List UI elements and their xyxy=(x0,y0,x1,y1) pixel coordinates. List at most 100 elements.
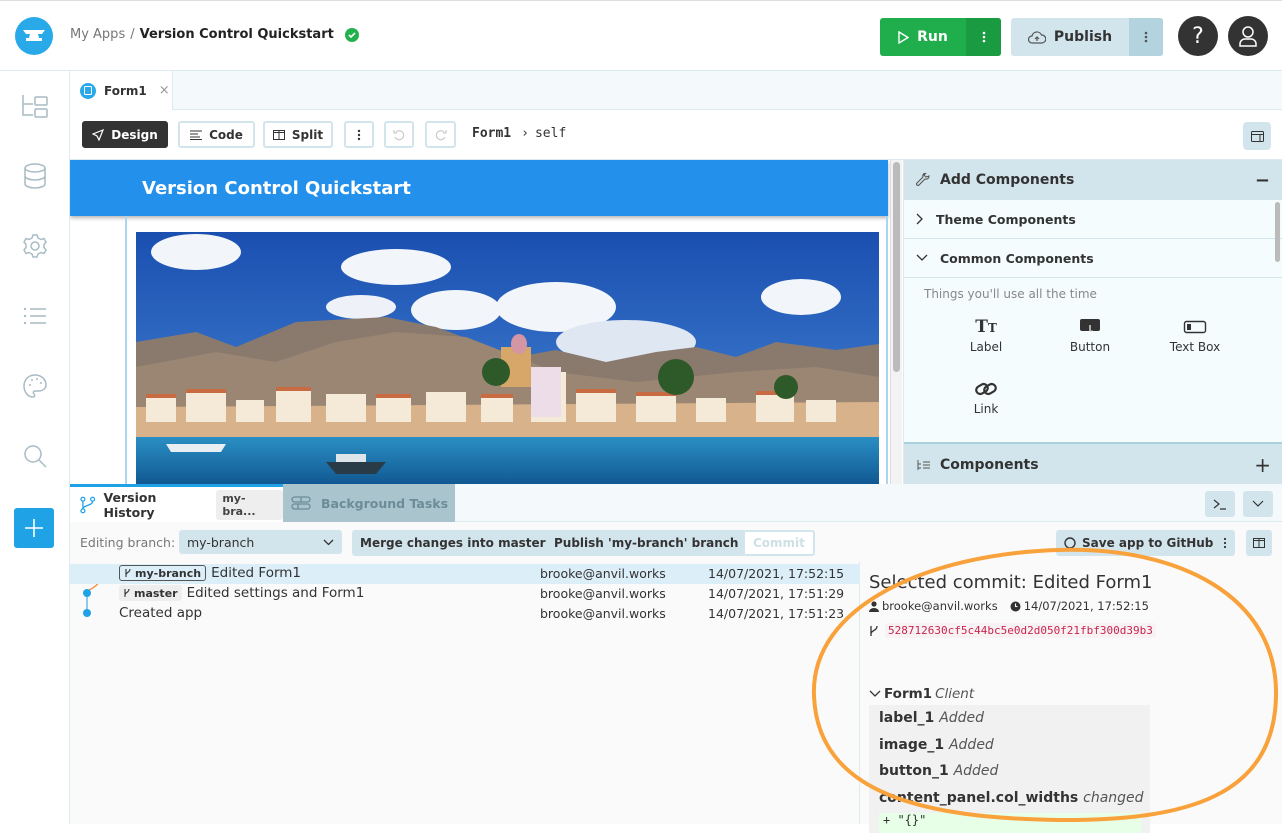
components-scroll-thumb[interactable] xyxy=(1275,202,1280,262)
breadcrumb-my-apps[interactable]: My Apps xyxy=(70,27,125,42)
merge-label: Merge changes into master xyxy=(360,536,546,550)
git-branch-icon xyxy=(124,588,130,597)
link-icon xyxy=(975,382,997,396)
chevron-right-icon xyxy=(916,213,923,225)
sidebar-item-search[interactable] xyxy=(20,441,50,471)
breadcrumb-separator: / xyxy=(130,27,135,42)
common-components-section[interactable]: Common Components xyxy=(904,239,1282,278)
palette-text-box[interactable]: Text Box xyxy=(1155,316,1235,354)
sidebar-item-data[interactable] xyxy=(20,161,50,191)
app-name[interactable]: Version Control Quickstart xyxy=(140,27,334,42)
git-branch-icon xyxy=(870,625,878,636)
tab-version-history[interactable]: Version History my-bra... xyxy=(70,484,283,522)
palette-link[interactable]: Link xyxy=(946,378,1026,416)
publish-main[interactable]: Publish xyxy=(1011,18,1129,56)
github-label: Save app to GitHub xyxy=(1082,536,1214,550)
tab-background-tasks[interactable]: Background Tasks xyxy=(283,484,455,522)
sidebar-item-settings[interactable] xyxy=(20,231,50,261)
user-icon xyxy=(1239,26,1257,47)
design-canvas[interactable]: Version Control Quickstart xyxy=(70,160,890,485)
button-cursor-icon xyxy=(1080,319,1100,336)
split-label: Split xyxy=(291,127,324,142)
palette-label[interactable]: TT Label xyxy=(946,316,1026,354)
collapse-icon[interactable]: − xyxy=(1255,170,1270,191)
chevron-down-icon xyxy=(1252,500,1264,507)
palette-button-text: Button xyxy=(1069,340,1111,354)
save-to-github-button[interactable]: Save app to GitHub xyxy=(1056,530,1235,556)
chevron-down-icon xyxy=(323,539,334,545)
collapse-panel-button[interactable] xyxy=(1243,491,1273,517)
publish-label: Publish xyxy=(1053,29,1113,45)
tab-version-history-label: Version History xyxy=(103,489,157,520)
add-components-header[interactable]: Add Components − xyxy=(904,160,1282,200)
more-options-button[interactable] xyxy=(344,121,374,148)
commit-button[interactable]: Commit xyxy=(743,530,815,556)
changed-form-header[interactable]: Form1 Client xyxy=(869,686,1279,702)
add-button[interactable] xyxy=(14,508,54,548)
path-separator: › xyxy=(521,126,529,141)
help-button[interactable]: ? xyxy=(1178,16,1218,56)
breadcrumb: My Apps / Version Control Quickstart xyxy=(70,27,359,42)
author-text: brooke@anvil.works xyxy=(882,599,998,613)
account-button[interactable] xyxy=(1228,16,1268,56)
branch-tag-label: master xyxy=(134,586,178,600)
content-panel[interactable] xyxy=(125,216,888,485)
redo-button[interactable] xyxy=(425,121,456,148)
bottom-tabs: Version History my-bra... Background Tas… xyxy=(70,484,1282,522)
bottom-panel: Version History my-bra... Background Tas… xyxy=(70,484,1282,833)
user-icon xyxy=(869,600,879,612)
commit-message: Created app xyxy=(119,605,203,621)
path-form[interactable]: Form1 xyxy=(472,126,511,141)
design-button[interactable]: Design xyxy=(82,121,168,148)
publish-branch-button[interactable]: Publish 'my-branch' branch xyxy=(546,530,747,556)
sidebar-item-outline[interactable] xyxy=(20,301,50,331)
canvas-scroll-thumb[interactable] xyxy=(893,162,900,372)
github-icon xyxy=(1064,537,1076,549)
merge-button[interactable]: Merge changes into master xyxy=(352,530,554,556)
path-self[interactable]: self xyxy=(535,126,566,141)
add-component-icon[interactable]: + xyxy=(1254,453,1271,477)
split-button[interactable]: Split xyxy=(263,121,333,148)
run-button[interactable]: Run xyxy=(880,18,1001,56)
tab-close-icon[interactable]: × xyxy=(159,83,170,98)
components-header[interactable]: Components + xyxy=(904,442,1282,485)
changed-form-type: Client xyxy=(935,686,975,702)
run-more-button[interactable] xyxy=(966,18,1001,56)
commit-row[interactable]: Created app brooke@anvil.works 14/07/202… xyxy=(70,604,860,624)
change-list: label_1 Added image_1 Added button_1 Add… xyxy=(869,705,1150,833)
undo-button[interactable] xyxy=(384,121,414,148)
run-main[interactable]: Run xyxy=(880,18,966,56)
palette-button[interactable]: Button xyxy=(1050,316,1130,354)
tab-form1[interactable]: Form1 × xyxy=(70,71,173,110)
paper-plane-icon xyxy=(92,128,105,141)
canvas-scrollbar[interactable] xyxy=(890,160,902,485)
anvil-logo[interactable] xyxy=(15,17,53,55)
sidebar-item-theme[interactable] xyxy=(20,371,50,401)
toggle-panel-button[interactable] xyxy=(1243,122,1271,150)
commit-detail: Selected commit: Edited Form1 brooke@anv… xyxy=(869,572,1279,833)
theme-components-section[interactable]: Theme Components xyxy=(904,200,1282,239)
publish-more-button[interactable] xyxy=(1129,18,1163,56)
tab-background-tasks-label: Background Tasks xyxy=(321,495,449,511)
commit-detail-time: 14/07/2021, 17:52:15 xyxy=(1010,599,1149,613)
sidebar-item-app-browser[interactable] xyxy=(20,91,50,121)
commit-row[interactable]: master Edited settings and Form1 brooke@… xyxy=(70,584,860,604)
play-icon xyxy=(898,30,910,44)
saved-check-icon xyxy=(344,27,359,42)
commit-row[interactable]: my-branch Edited Form1 brooke@anvil.work… xyxy=(70,564,860,584)
wrench-icon xyxy=(916,173,930,186)
plus-icon xyxy=(25,519,43,537)
code-button[interactable]: Code xyxy=(178,121,255,148)
more-vertical-icon[interactable] xyxy=(1223,537,1227,549)
publish-button[interactable]: Publish xyxy=(1011,18,1163,56)
toggle-detail-button[interactable] xyxy=(1246,530,1272,556)
app-title-bar[interactable]: Version Control Quickstart xyxy=(70,160,888,216)
split-icon xyxy=(1253,538,1265,548)
commit-hash[interactable]: 528712630cf5c44bc5e0d2d050f21fbf300d39b3 xyxy=(885,623,1156,638)
branch-select[interactable]: my-branch xyxy=(179,530,342,554)
code-lines-icon xyxy=(190,130,203,140)
app-tree-icon xyxy=(22,95,48,118)
terminal-button[interactable] xyxy=(1205,491,1235,517)
palette-text-box-text: Text Box xyxy=(1169,340,1221,354)
image-component[interactable] xyxy=(136,232,879,485)
